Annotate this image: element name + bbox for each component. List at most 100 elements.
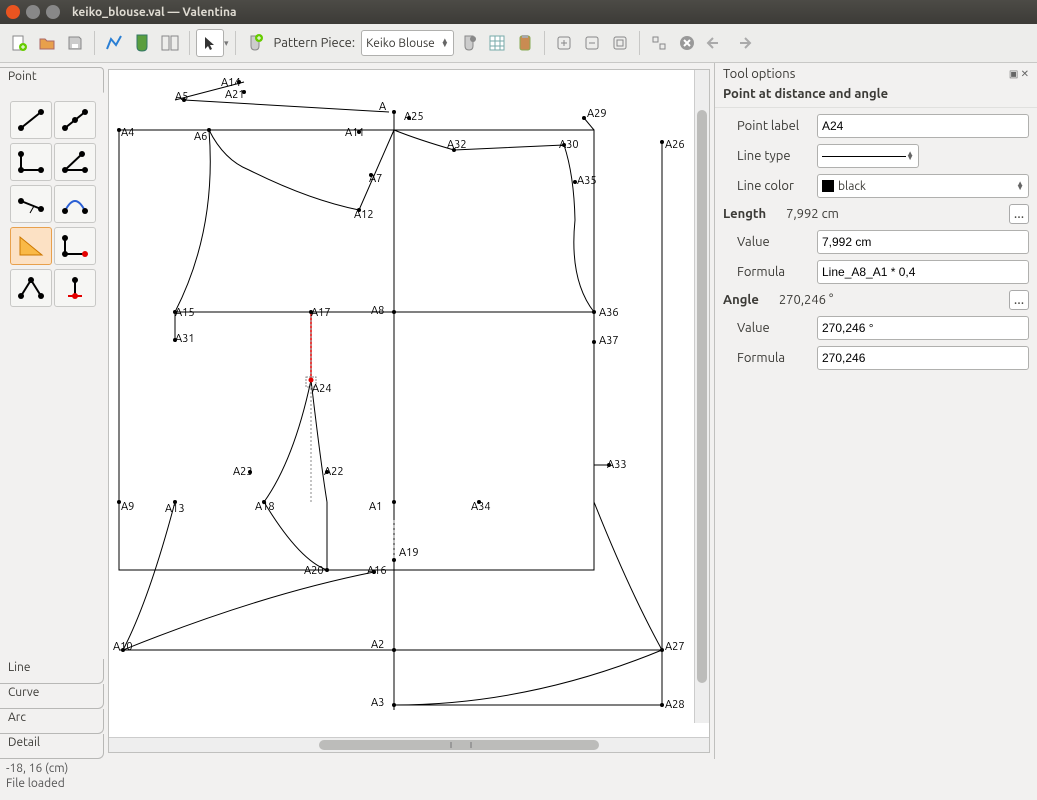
angle-formula-label: Formula xyxy=(723,351,817,365)
length-formula-input[interactable] xyxy=(817,260,1029,284)
minimize-window-button[interactable] xyxy=(26,5,40,19)
svg-text:A25: A25 xyxy=(404,111,424,123)
tab-detail[interactable]: Detail xyxy=(0,734,104,759)
angle-value-input[interactable] xyxy=(817,316,1029,340)
history-button[interactable] xyxy=(512,30,538,56)
vertical-scrollbar[interactable] xyxy=(694,70,709,723)
panel-controls[interactable]: ▣ ✕ xyxy=(1009,68,1029,80)
length-formula-expand[interactable]: … xyxy=(1009,204,1029,224)
pointer-tool-button[interactable] xyxy=(196,29,224,57)
svg-text:A10: A10 xyxy=(113,641,133,653)
panel-title: Tool options xyxy=(723,67,795,81)
tab-point[interactable]: Point xyxy=(0,67,104,93)
layout-mode-button[interactable] xyxy=(157,30,183,56)
shoulder-tool[interactable] xyxy=(10,185,52,223)
svg-text:A3: A3 xyxy=(371,697,384,709)
svg-text:A8: A8 xyxy=(371,305,384,317)
svg-text:A17: A17 xyxy=(311,307,331,319)
along-line-tool[interactable] xyxy=(54,101,96,139)
zoom-fit-button[interactable] xyxy=(607,30,633,56)
pattern-piece-select[interactable]: Keiko Blouse▲▼ xyxy=(361,30,454,56)
new-file-button[interactable] xyxy=(6,30,32,56)
angle-value-label: Value xyxy=(723,321,817,335)
maximize-window-button[interactable] xyxy=(46,5,60,19)
new-pattern-piece-button[interactable] xyxy=(242,30,268,56)
svg-text:A28: A28 xyxy=(665,699,685,711)
stop-button[interactable] xyxy=(674,30,700,56)
panel-subtitle: Point at distance and angle xyxy=(715,85,1037,108)
svg-text:A32: A32 xyxy=(447,139,467,151)
tab-curve[interactable]: Curve xyxy=(0,684,104,709)
length-value-label: Value xyxy=(723,235,817,249)
svg-text:A36: A36 xyxy=(599,307,619,319)
redo-button[interactable] xyxy=(730,30,756,56)
line-type-select[interactable]: ▲▼ xyxy=(817,144,919,168)
endpoint-tool[interactable] xyxy=(10,101,52,139)
config-pattern-piece-button[interactable] xyxy=(456,30,482,56)
window-title: keiko_blouse.val — Valentina xyxy=(72,6,236,19)
svg-text:A15: A15 xyxy=(175,307,195,319)
svg-text:A5: A5 xyxy=(175,91,188,103)
angle-display: 270,246 ° xyxy=(779,293,833,307)
cut-spline-tool[interactable] xyxy=(10,269,52,307)
horizontal-scrollbar[interactable] xyxy=(109,737,709,752)
open-file-button[interactable] xyxy=(34,30,60,56)
svg-text:A: A xyxy=(379,101,387,113)
save-file-button[interactable] xyxy=(62,30,88,56)
line-color-select[interactable]: black▲▼ xyxy=(817,174,1029,198)
pattern-canvas[interactable]: A A1 A2 A3 A4 A5 A6 A7 A8 A9 A10 A11 A12… xyxy=(108,69,710,753)
angle-formula-input[interactable] xyxy=(817,346,1029,370)
svg-text:A34: A34 xyxy=(471,501,491,513)
line-type-label: Line type xyxy=(723,149,817,163)
height-tool[interactable] xyxy=(54,269,96,307)
svg-text:A19: A19 xyxy=(399,547,419,559)
angle-formula-expand[interactable]: … xyxy=(1009,290,1029,310)
svg-text:A12: A12 xyxy=(354,209,374,221)
zoom-in-button[interactable] xyxy=(551,30,577,56)
table-button[interactable] xyxy=(484,30,510,56)
pattern-piece-label: Pattern Piece: xyxy=(274,36,356,50)
length-display: 7,992 cm xyxy=(786,207,839,221)
tab-arc[interactable]: Arc xyxy=(0,709,104,734)
normal-tool[interactable] xyxy=(10,143,52,181)
svg-text:A1: A1 xyxy=(369,501,382,513)
length-value-input[interactable] xyxy=(817,230,1029,254)
tool-sidebar: Point Line Curve Arc Detail xyxy=(0,63,104,759)
svg-text:A24: A24 xyxy=(312,383,332,395)
window-titlebar: keiko_blouse.val — Valentina xyxy=(0,0,1037,24)
zoom-out-button[interactable] xyxy=(579,30,605,56)
svg-text:A35: A35 xyxy=(577,175,597,187)
svg-text:A13: A13 xyxy=(165,503,185,515)
line-color-label: Line color xyxy=(723,179,817,193)
detail-mode-button[interactable] xyxy=(129,30,155,56)
tab-line[interactable]: Line xyxy=(0,659,104,684)
draw-mode-button[interactable] xyxy=(101,30,127,56)
length-formula-label: Formula xyxy=(723,265,817,279)
contact-tool[interactable] xyxy=(54,185,96,223)
tool-options-panel: Tool options ▣ ✕ Point at distance and an… xyxy=(714,63,1037,759)
close-window-button[interactable] xyxy=(6,5,20,19)
point-label-label: Point label xyxy=(723,119,817,133)
svg-text:A21: A21 xyxy=(225,89,245,101)
svg-text:A22: A22 xyxy=(324,466,344,478)
svg-text:A20: A20 xyxy=(304,565,324,577)
status-message: File loaded xyxy=(0,777,1037,795)
svg-text:A29: A29 xyxy=(587,108,607,120)
zoom-original-button[interactable] xyxy=(646,30,672,56)
svg-text:A27: A27 xyxy=(665,641,685,653)
undo-button[interactable] xyxy=(702,30,728,56)
point-label-input[interactable] xyxy=(817,114,1029,138)
bisector-tool[interactable] xyxy=(54,143,96,181)
svg-text:A31: A31 xyxy=(175,333,195,345)
point-intersection-tool[interactable] xyxy=(54,227,96,265)
svg-text:A26: A26 xyxy=(665,139,685,151)
status-coordinates: -18, 16 (cm) xyxy=(0,759,1037,777)
svg-text:A16: A16 xyxy=(367,565,387,577)
svg-text:A2: A2 xyxy=(371,639,384,651)
svg-text:A9: A9 xyxy=(121,501,134,513)
main-toolbar: ▾ Pattern Piece: Keiko Blouse▲▼ xyxy=(0,24,1037,63)
svg-text:A11: A11 xyxy=(345,127,365,139)
svg-text:A6: A6 xyxy=(194,131,207,143)
triangle-tool[interactable] xyxy=(10,227,52,265)
svg-text:A4: A4 xyxy=(121,127,134,139)
